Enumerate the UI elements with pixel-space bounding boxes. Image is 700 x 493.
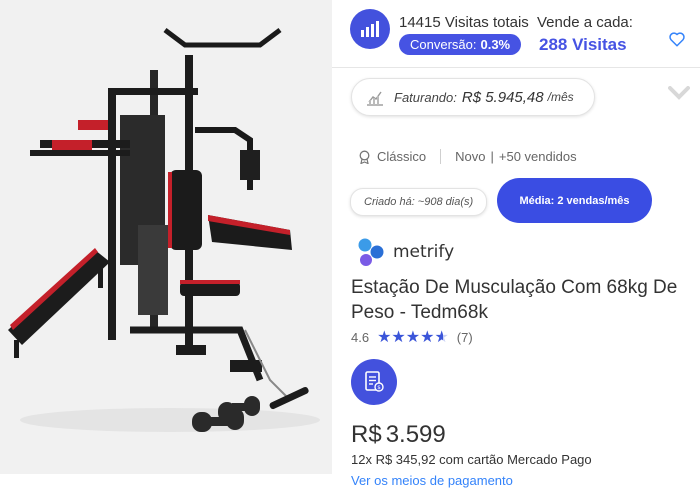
chevron-down-icon[interactable] [668, 86, 690, 100]
revenue-pill: Faturando: R$ 5.945,48 /mês [351, 78, 595, 116]
conversion-label: Conversão: [410, 37, 477, 52]
price-value: 3.599 [385, 421, 446, 448]
heart-icon[interactable] [668, 30, 686, 48]
meta-separator: | [490, 149, 494, 164]
rating-count: (7) [456, 329, 473, 345]
rating-row[interactable]: 4.6 ★★★★★ (7) [351, 327, 473, 347]
meta-divider [440, 149, 442, 164]
medal-icon [359, 150, 370, 164]
sells-every-label: Vende a cada: [537, 14, 633, 31]
star-icon: ★ [377, 329, 392, 346]
invoice-button[interactable]: $ [351, 359, 397, 405]
invoice-icon: $ [365, 371, 384, 392]
conversion-value: 0.3% [480, 37, 511, 52]
rating-stars: ★★★★★ [377, 327, 449, 347]
listing-meta: Clássico Novo | +50 vendidos [358, 149, 577, 164]
conversion-badge: Conversão: 0.3% [399, 34, 522, 55]
revenue-unit: /mês [547, 90, 574, 104]
svg-text:$: $ [377, 385, 381, 391]
average-sales-pill[interactable]: Média: 2 vendas/mês [497, 178, 652, 223]
price: R$ 3.599 [351, 421, 446, 449]
listing-type: Clássico [377, 149, 427, 164]
bar-chart-icon[interactable] [350, 9, 390, 49]
brand-name: metrify [393, 242, 455, 262]
product-image[interactable] [0, 0, 332, 474]
revenue-label: Faturando: [394, 89, 457, 105]
revenue-value: R$ 5.945,48 [461, 88, 544, 106]
gym-station-illustration [8, 28, 320, 432]
rating-value: 4.6 [351, 329, 370, 345]
star-half-icon: ★ [434, 329, 449, 346]
star-icon: ★ [420, 329, 435, 346]
installments: 12x R$ 345,92 com cartão Mercado Pago [351, 452, 592, 467]
revenue-chart-icon [367, 91, 383, 106]
visits-per-sale: 288 Visitas [539, 35, 627, 54]
star-icon: ★ [391, 329, 406, 346]
listing-panel: 14415 Visitas totais Conversão: 0.3% Ven… [332, 0, 700, 493]
header-divider [332, 67, 700, 68]
condition: Novo [455, 149, 486, 164]
created-age-pill: Criado há: ~908 dia(s) [350, 188, 488, 216]
metrify-logo-icon [358, 238, 384, 266]
price-currency: R$ [351, 421, 382, 448]
visits-total: 14415 Visitas totais [399, 14, 529, 31]
product-title: Estação De Musculação Com 68kg De Peso -… [351, 277, 678, 323]
brand-logo: metrify [357, 237, 454, 267]
sold-count: +50 vendidos [498, 149, 577, 164]
star-icon: ★ [405, 329, 421, 346]
payment-methods-link[interactable]: Ver os meios de pagamento [351, 473, 513, 488]
